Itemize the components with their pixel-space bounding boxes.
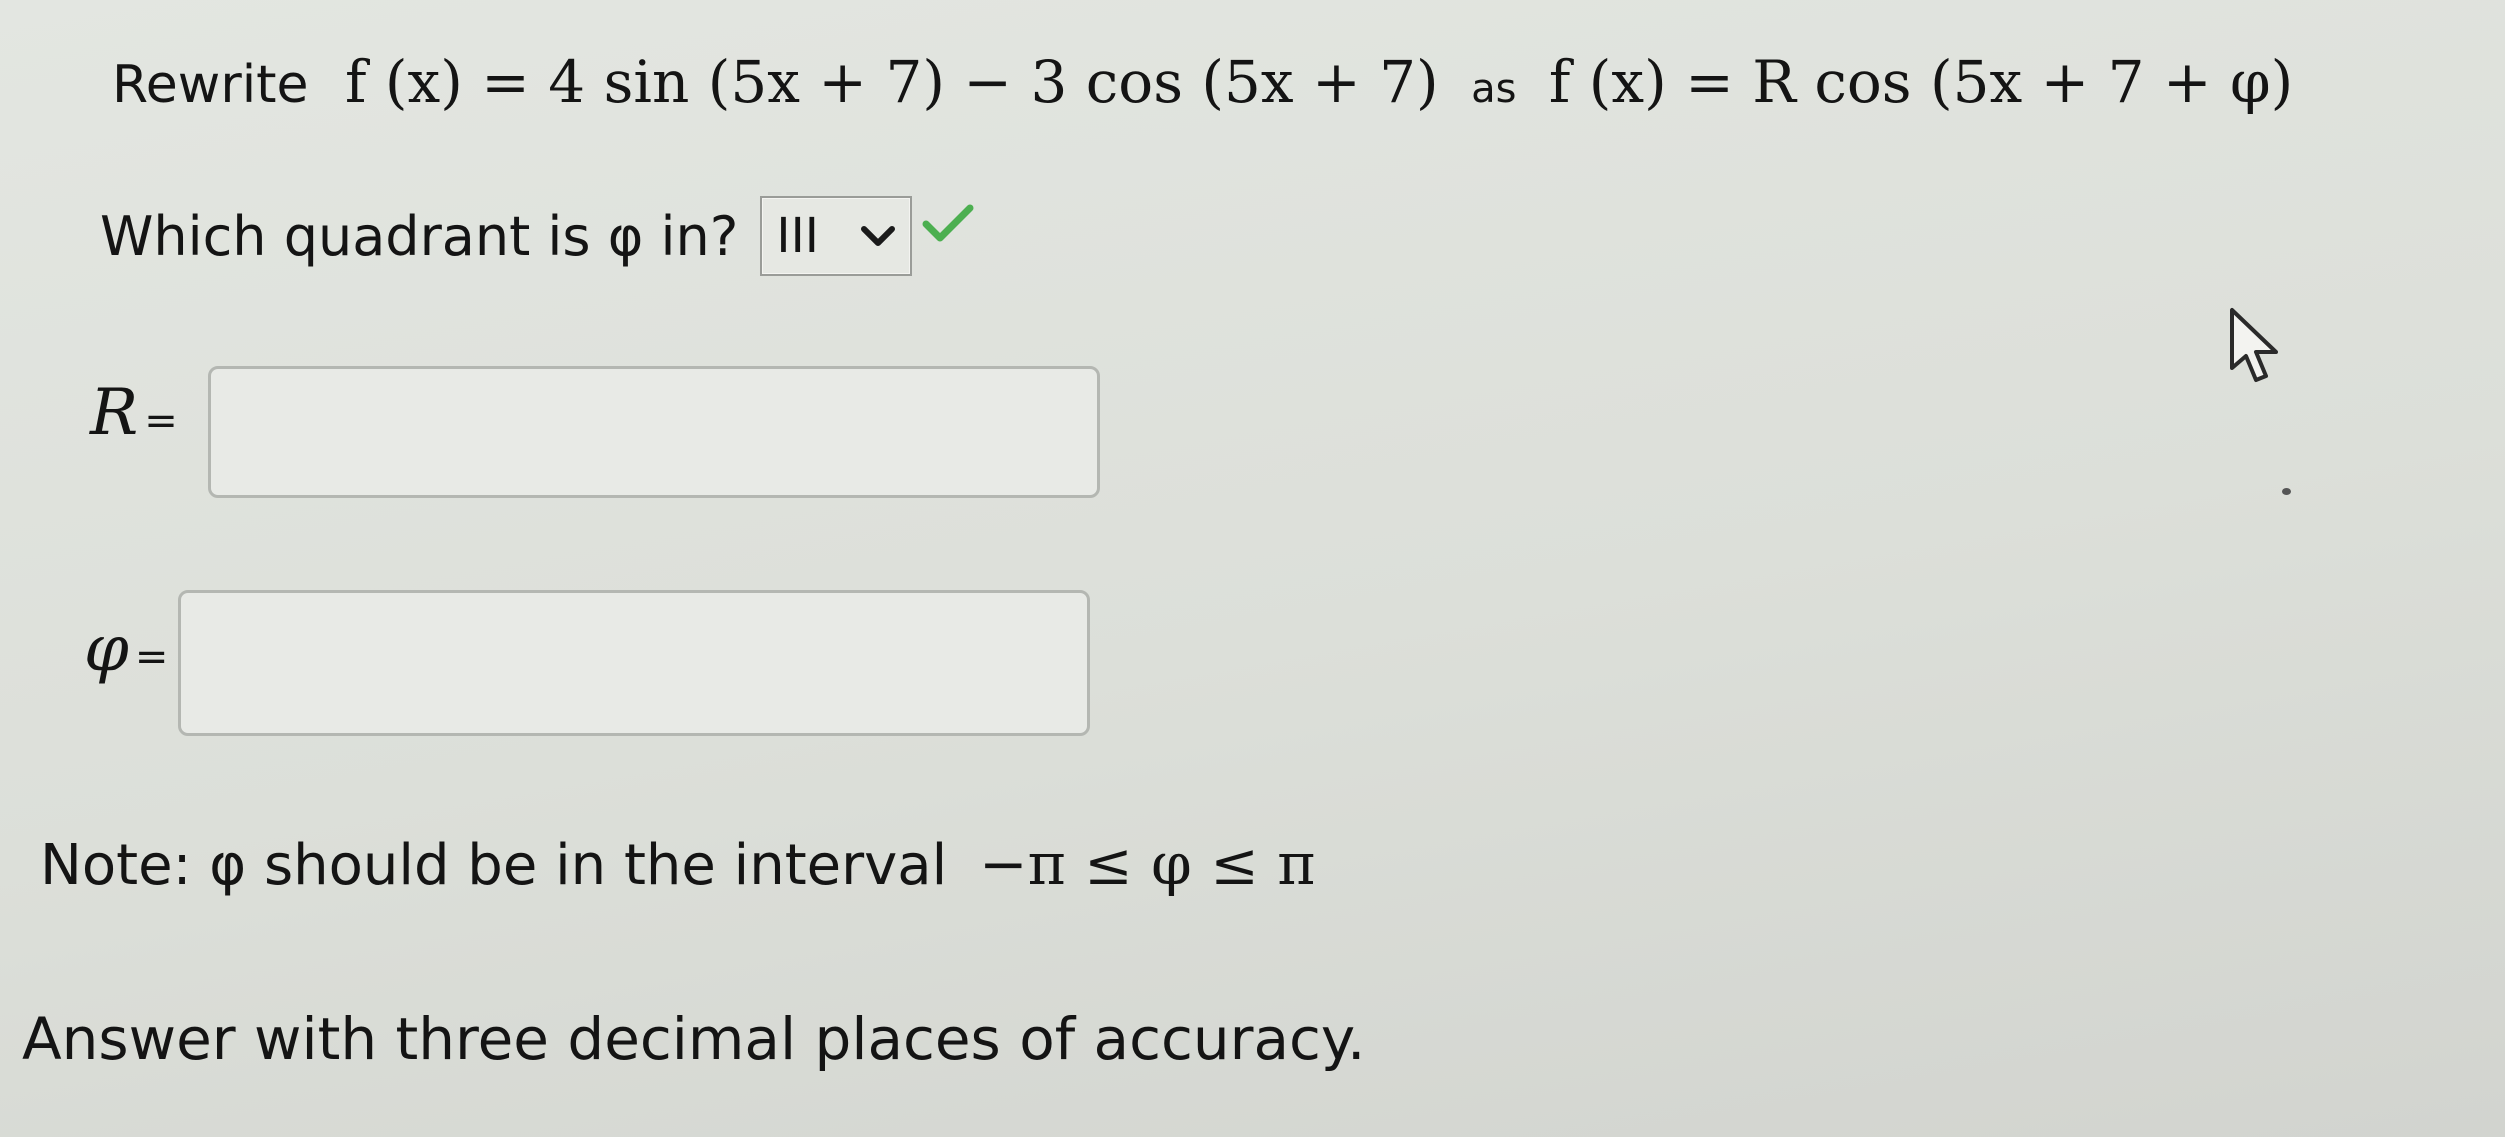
phi-field-label: φ =	[84, 612, 168, 686]
r-equals-sign: =	[144, 398, 178, 444]
correct-check-icon	[922, 194, 974, 257]
quadrant-question-label: Which quadrant is φ in?	[100, 204, 739, 268]
note-interval: −π ≤ φ ≤ π	[978, 830, 1316, 898]
given-expression: f (x) = 4 sin (5x + 7) − 3 cos (5x + 7)	[344, 48, 1439, 116]
screen-speck	[2282, 488, 2291, 495]
mouse-cursor-icon	[2228, 306, 2288, 394]
quadrant-selected-value: III	[776, 208, 819, 264]
note-text: Note: φ should be in the interval	[40, 833, 948, 898]
r-field-label: R =	[90, 376, 178, 450]
interval-note: Note: φ should be in the interval −π ≤ φ…	[40, 830, 1315, 898]
problem-prefix: Rewrite	[112, 55, 309, 115]
phi-input[interactable]	[178, 590, 1090, 736]
phi-equals-sign: =	[134, 634, 169, 680]
problem-connector: as	[1471, 66, 1517, 112]
quadrant-question: Which quadrant is φ in? III	[100, 196, 974, 276]
problem-statement: Rewrite f (x) = 4 sin (5x + 7) − 3 cos (…	[112, 42, 2293, 129]
accuracy-instruction: Answer with three decimal places of accu…	[22, 1005, 1366, 1073]
r-symbol: R	[90, 376, 139, 450]
chevron-down-icon	[860, 224, 896, 248]
phi-symbol: φ	[84, 612, 129, 686]
r-input[interactable]	[208, 366, 1100, 498]
target-expression: f (x) = R cos (5x + 7 + φ)	[1548, 48, 2294, 116]
quadrant-select[interactable]: III	[760, 196, 913, 276]
